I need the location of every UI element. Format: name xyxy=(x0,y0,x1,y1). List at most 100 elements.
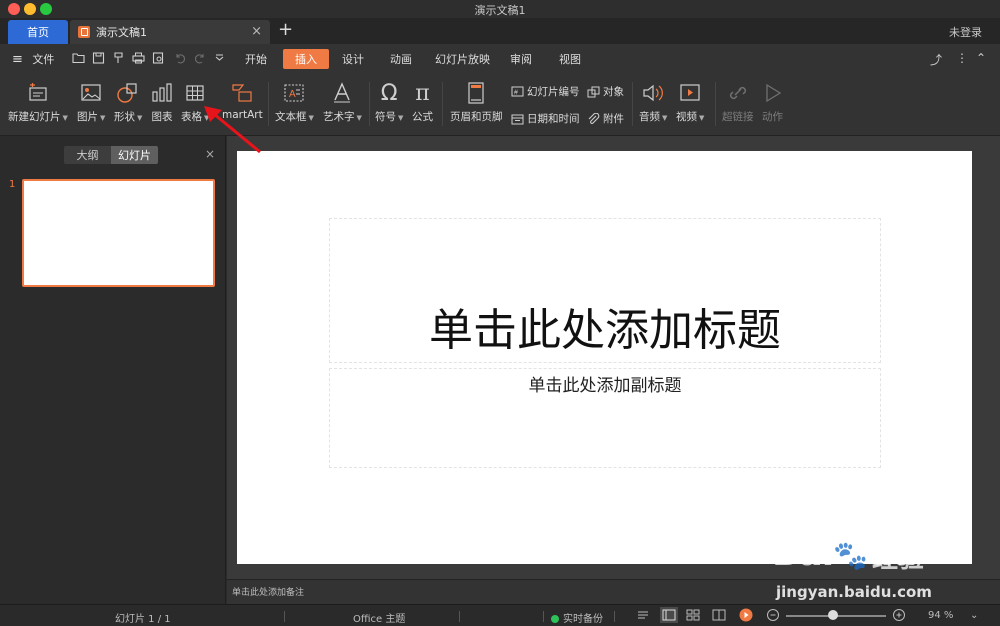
textbox-button[interactable]: A 文本框 ▼ xyxy=(275,82,314,124)
print-icon[interactable] xyxy=(132,52,145,64)
header-footer-button[interactable]: 页眉和页脚 xyxy=(450,82,503,124)
quick-access-dropdown-icon[interactable] xyxy=(213,52,226,64)
chart-button[interactable]: 图表 xyxy=(151,82,173,124)
subtitle-placeholder[interactable]: 单击此处添加副标题 xyxy=(329,368,881,468)
format-painter-icon[interactable] xyxy=(112,52,125,64)
annotation-arrow xyxy=(204,106,261,154)
title-bar: 演示文稿1 xyxy=(0,0,1000,18)
tab-slideshow[interactable]: 幻灯片放映 xyxy=(435,51,490,67)
theme-name[interactable]: Office 主题 xyxy=(353,610,405,625)
slide-number-label: 幻灯片编号 xyxy=(527,86,580,98)
pi-icon: π xyxy=(415,80,430,106)
watermark-url: jingyan.baidu.com xyxy=(776,583,932,601)
collapse-ribbon-icon[interactable]: ⌃ xyxy=(976,51,986,65)
tab-document-label: 演示文稿1 xyxy=(96,26,147,39)
slideshow-play-icon[interactable] xyxy=(739,608,753,625)
slide-panel: 大纲 幻灯片 × 1 xyxy=(0,136,226,604)
tab-animation[interactable]: 动画 xyxy=(390,51,412,67)
view-toggle: 大纲 幻灯片 xyxy=(64,146,158,164)
picture-button[interactable]: 图片 ▼ xyxy=(77,82,105,124)
print-preview-icon[interactable] xyxy=(152,52,165,64)
ribbon-separator xyxy=(715,82,716,126)
zoom-slider-handle[interactable] xyxy=(828,610,838,620)
slides-tab[interactable]: 幻灯片 xyxy=(111,146,158,164)
save-icon[interactable] xyxy=(92,52,105,64)
new-slide-button[interactable]: 新建幻灯片 ▼ xyxy=(8,82,68,124)
undo-icon[interactable] xyxy=(174,52,187,64)
presentation-icon xyxy=(78,26,90,38)
attachment-button[interactable]: 附件 xyxy=(587,111,624,126)
zoom-dropdown-icon[interactable]: ⌄ xyxy=(970,610,978,621)
symbol-label: 符号 xyxy=(375,111,396,123)
picture-icon xyxy=(80,82,102,104)
paw-icon: 🐾 xyxy=(833,539,868,572)
file-menu-button[interactable]: ≡ 文件 xyxy=(12,51,54,67)
watermark-suffix: 经验 xyxy=(872,544,925,574)
slide[interactable]: 单击此处添加标题 单击此处添加副标题 xyxy=(237,151,972,564)
video-label: 视频 xyxy=(676,111,697,123)
redo-icon[interactable] xyxy=(193,52,206,64)
video-button[interactable]: 视频 ▼ xyxy=(676,82,704,124)
video-icon xyxy=(679,82,701,104)
date-time-button[interactable]: 日期和时间 xyxy=(511,111,580,126)
share-icon[interactable]: ⤴ xyxy=(930,51,942,68)
audio-icon xyxy=(641,82,665,104)
open-folder-icon[interactable] xyxy=(72,52,85,64)
outline-tab[interactable]: 大纲 xyxy=(64,146,111,164)
slide-number-button[interactable]: # 幻灯片编号 xyxy=(511,84,580,99)
zoom-out-icon[interactable] xyxy=(766,608,780,625)
reading-view-icon[interactable] xyxy=(712,609,726,624)
chart-icon xyxy=(151,82,173,104)
ribbon: 新建幻灯片 ▼ 图片 ▼ 形状 ▼ 图表 表格 ▼ martArt A 文本框 ▼ 艺术字… xyxy=(0,74,1000,136)
omega-icon: Ω xyxy=(380,80,398,106)
tab-review[interactable]: 审阅 xyxy=(510,51,532,67)
notes-toggle-icon[interactable] xyxy=(636,609,650,624)
ribbon-separator xyxy=(632,82,633,126)
shape-label: 形状 xyxy=(114,111,135,123)
status-bar: 幻灯片 1 / 1 Office 主题 实时备份 94 % ⌄ xyxy=(0,604,1000,626)
title-placeholder-text: 单击此处添加标题 xyxy=(429,305,781,356)
backup-label: 实时备份 xyxy=(563,614,603,625)
new-tab-button[interactable]: + xyxy=(278,19,293,40)
tab-design[interactable]: 设计 xyxy=(342,51,364,67)
hyperlink-label: 超链接 xyxy=(722,111,754,123)
close-tab-icon[interactable]: × xyxy=(251,24,262,39)
tab-insert[interactable]: 插入 xyxy=(283,49,329,69)
slide-thumbnail[interactable] xyxy=(22,179,215,287)
title-placeholder[interactable]: 单击此处添加标题 xyxy=(329,218,881,363)
date-time-label: 日期和时间 xyxy=(527,113,580,125)
subtitle-placeholder-text: 单击此处添加副标题 xyxy=(528,376,682,396)
tab-view[interactable]: 视图 xyxy=(559,51,581,67)
ribbon-separator xyxy=(442,82,443,126)
hyperlink-button[interactable]: 超链接 xyxy=(722,82,754,124)
ribbon-separator xyxy=(369,82,370,126)
more-icon[interactable]: ⋮ xyxy=(956,51,968,65)
shape-button[interactable]: 形状 ▼ xyxy=(114,82,142,124)
wordart-button[interactable]: 艺术字 ▼ xyxy=(323,82,362,124)
backup-status[interactable]: 实时备份 xyxy=(551,610,603,625)
login-status[interactable]: 未登录 xyxy=(949,24,982,40)
notes-placeholder: 单击此处添加备注 xyxy=(232,588,305,598)
textbox-icon: A xyxy=(283,82,305,104)
status-separator xyxy=(459,611,460,622)
zoom-level[interactable]: 94 % xyxy=(928,610,953,621)
action-button[interactable]: 动作 xyxy=(762,82,783,124)
action-play-icon xyxy=(763,82,783,104)
new-slide-label: 新建幻灯片 xyxy=(8,111,61,123)
symbol-button[interactable]: Ω 符号 ▼ xyxy=(375,80,403,124)
tab-home[interactable]: 首页 xyxy=(8,20,68,44)
wordart-icon xyxy=(331,82,353,104)
formula-button[interactable]: π 公式 xyxy=(412,80,433,124)
formula-label: 公式 xyxy=(412,111,433,123)
object-button[interactable]: 对象 xyxy=(587,84,624,99)
normal-view-icon[interactable] xyxy=(660,607,678,623)
new-slide-icon xyxy=(26,82,50,104)
tab-bar: 首页 演示文稿1 × + 未登录 xyxy=(0,18,1000,44)
slide-sorter-icon[interactable] xyxy=(686,609,700,624)
tab-document[interactable]: 演示文稿1 × xyxy=(70,20,270,44)
tab-start[interactable]: 开始 xyxy=(245,51,267,67)
zoom-in-icon[interactable] xyxy=(892,608,906,625)
object-icon xyxy=(587,86,600,97)
svg-text:A: A xyxy=(289,89,296,100)
audio-button[interactable]: 音频 ▼ xyxy=(639,82,667,124)
